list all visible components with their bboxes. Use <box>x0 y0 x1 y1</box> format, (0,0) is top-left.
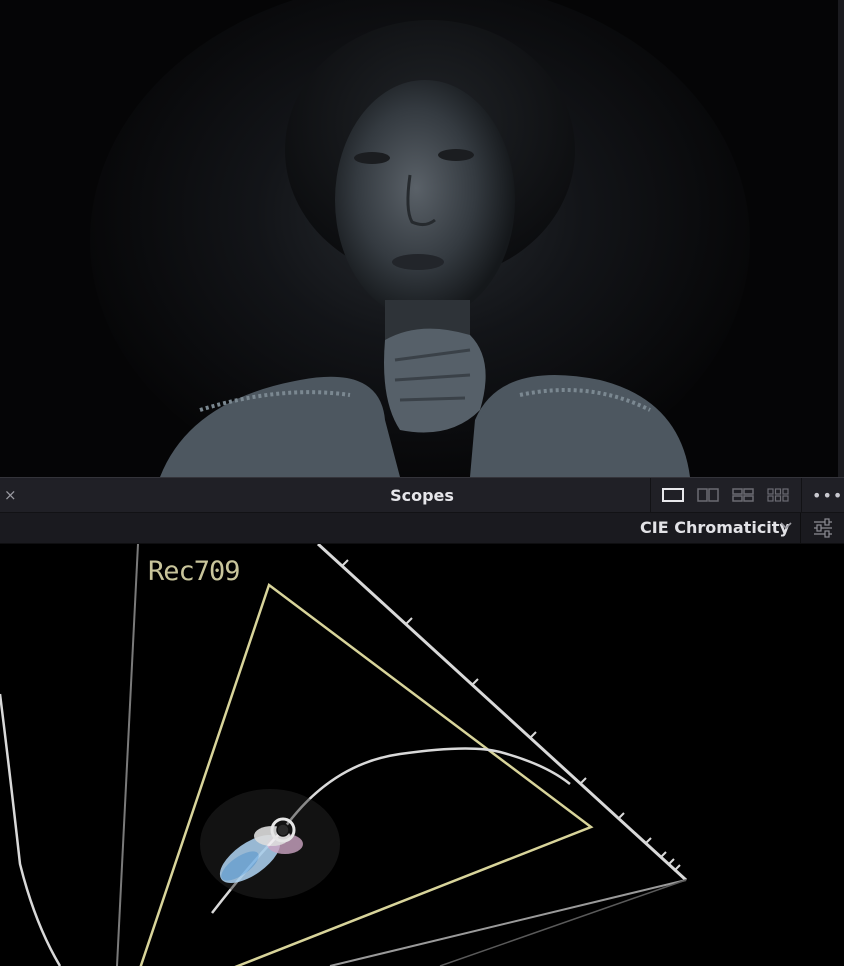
chromaticity-plot <box>0 544 688 966</box>
viewer-image <box>0 0 838 477</box>
more-options-button[interactable]: ••• <box>812 486 843 505</box>
spectral-locus-right <box>316 544 688 882</box>
purple-line <box>329 879 687 966</box>
scope-settings-button[interactable] <box>800 513 844 543</box>
single-layout-icon[interactable] <box>662 488 684 502</box>
locus-ticks <box>341 559 681 872</box>
purple-line-2 <box>439 879 687 966</box>
dual-layout-icon[interactable] <box>697 488 719 502</box>
scope-toolbar: CIE Chromaticity <box>0 513 844 544</box>
viewer-scroll-edge <box>838 0 844 477</box>
color-scatter <box>200 789 340 899</box>
gamut-label: Rec709 <box>148 556 241 587</box>
scopes-header: × Scopes ••• <box>0 477 844 513</box>
sliders-icon <box>814 518 832 538</box>
layout-buttons <box>650 478 802 513</box>
video-viewer[interactable] <box>0 0 844 477</box>
spectral-locus-left <box>0 693 62 966</box>
cie-chromaticity-scope[interactable]: Rec709 <box>0 544 844 966</box>
quad-layout-icon[interactable] <box>732 488 754 502</box>
scope-type-dropdown[interactable]: CIE Chromaticity <box>640 518 790 537</box>
chevron-down-icon[interactable] <box>780 521 792 531</box>
six-layout-icon[interactable] <box>767 488 789 502</box>
guide-line-1 <box>116 544 139 966</box>
rec709-gamut-triangle <box>139 582 594 966</box>
